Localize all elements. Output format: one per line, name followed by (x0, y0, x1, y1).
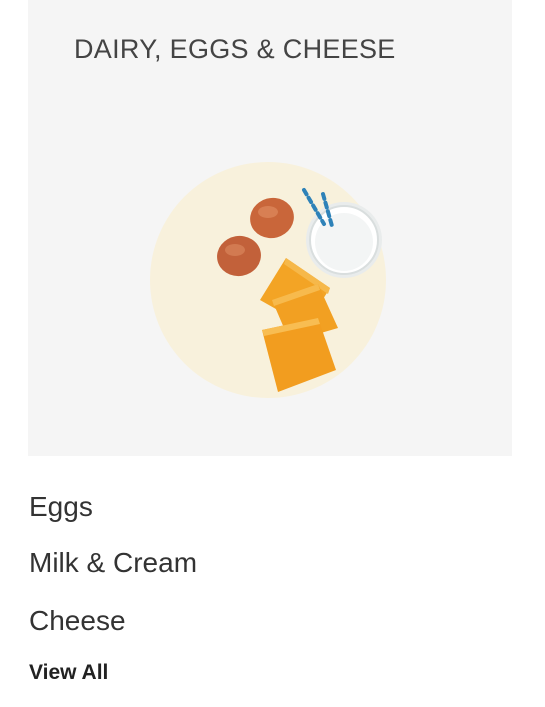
view-all-link[interactable]: View All (29, 662, 108, 683)
category-title[interactable]: DAIRY, EGGS & CHEESE (74, 34, 396, 65)
subcategory-link-milk-cream[interactable]: Milk & Cream (29, 549, 197, 577)
dairy-eggs-cheese-illustration[interactable] (146, 160, 396, 410)
plate-circle (150, 162, 386, 398)
subcategory-link-eggs[interactable]: Eggs (29, 493, 93, 521)
category-card[interactable]: DAIRY, EGGS & CHEESE (28, 0, 512, 456)
subcategory-link-cheese[interactable]: Cheese (29, 607, 126, 635)
